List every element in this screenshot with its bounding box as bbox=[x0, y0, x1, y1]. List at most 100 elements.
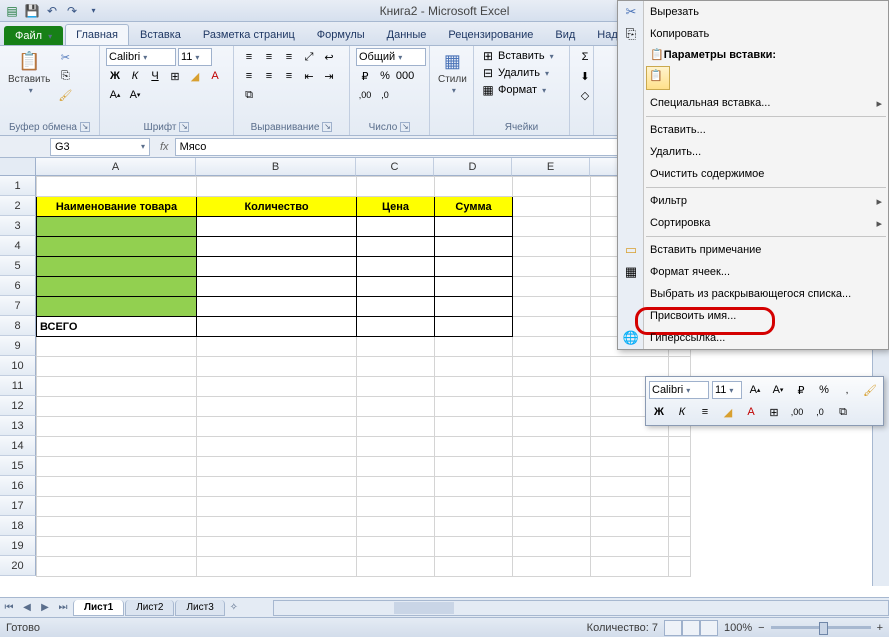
row-12[interactable]: 12 bbox=[0, 396, 36, 416]
wrap-text[interactable]: ↩ bbox=[320, 48, 338, 66]
dec-decimal[interactable]: ,0 bbox=[376, 86, 394, 104]
sheet-tab-2[interactable]: Лист2 bbox=[125, 600, 174, 616]
undo-icon[interactable]: ↶ bbox=[44, 3, 60, 19]
row-11[interactable]: 11 bbox=[0, 376, 36, 396]
tab-review[interactable]: Рецензирование bbox=[437, 24, 544, 45]
ctx-paste-option[interactable]: 📋 bbox=[646, 66, 670, 90]
ctx-clear[interactable]: Очистить содержимое bbox=[618, 163, 888, 185]
mini-merge[interactable]: ⧉ bbox=[833, 402, 853, 422]
currency-button[interactable]: ₽ bbox=[356, 67, 374, 85]
cells-insert[interactable]: Вставить bbox=[498, 50, 545, 62]
cells-delete[interactable]: Удалить bbox=[498, 67, 540, 79]
mini-inc-dec[interactable]: ,00 bbox=[787, 402, 807, 422]
underline-button[interactable]: Ч bbox=[146, 67, 164, 85]
inc-decimal[interactable]: ,00 bbox=[356, 86, 374, 104]
percent-button[interactable]: % bbox=[376, 67, 394, 85]
row-14[interactable]: 14 bbox=[0, 436, 36, 456]
ctx-insert[interactable]: Вставить... bbox=[618, 119, 888, 141]
number-format[interactable]: Общий▾ bbox=[356, 48, 426, 66]
col-C[interactable]: C bbox=[356, 158, 434, 176]
row-2[interactable]: 2 bbox=[0, 196, 36, 216]
ctx-cut[interactable]: ✂Вырезать bbox=[618, 1, 888, 23]
row-8[interactable]: 8 bbox=[0, 316, 36, 336]
mini-font[interactable]: Calibri▾ bbox=[649, 381, 709, 399]
indent-inc[interactable]: ⇥ bbox=[320, 67, 338, 85]
indent-dec[interactable]: ⇤ bbox=[300, 67, 318, 85]
row-18[interactable]: 18 bbox=[0, 516, 36, 536]
row-17[interactable]: 17 bbox=[0, 496, 36, 516]
redo-icon[interactable]: ↷ bbox=[64, 3, 80, 19]
cells[interactable]: Наименование товара Количество Цена Сумм… bbox=[36, 176, 691, 577]
col-E[interactable]: E bbox=[512, 158, 590, 176]
cell-C2[interactable]: Цена bbox=[357, 197, 435, 217]
row-20[interactable]: 20 bbox=[0, 556, 36, 576]
row-13[interactable]: 13 bbox=[0, 416, 36, 436]
align-top[interactable]: ≡ bbox=[240, 48, 258, 66]
mini-align[interactable]: ≡ bbox=[695, 402, 715, 422]
nav-last[interactable]: ⏭ bbox=[54, 599, 72, 617]
col-B[interactable]: B bbox=[196, 158, 356, 176]
mini-dec-dec[interactable]: ,0 bbox=[810, 402, 830, 422]
tab-home[interactable]: Главная bbox=[65, 24, 129, 45]
paste-button[interactable]: 📋 Вставить ▾ bbox=[6, 48, 52, 96]
ctx-filter[interactable]: Фильтр bbox=[618, 190, 888, 212]
row-4[interactable]: 4 bbox=[0, 236, 36, 256]
copy-icon[interactable]: ⎘ bbox=[56, 67, 74, 85]
tab-view[interactable]: Вид bbox=[544, 24, 586, 45]
ctx-comment[interactable]: ▭Вставить примечание bbox=[618, 239, 888, 261]
name-box[interactable]: G3▾ bbox=[50, 138, 150, 156]
row-15[interactable]: 15 bbox=[0, 456, 36, 476]
grow-font[interactable]: A▴ bbox=[106, 86, 124, 104]
sheet-tab-3[interactable]: Лист3 bbox=[175, 600, 224, 616]
cell-B2[interactable]: Количество bbox=[197, 197, 357, 217]
align-left[interactable]: ≡ bbox=[240, 67, 258, 85]
row-headers[interactable]: 1 2 3 4 5 6 7 8 9 10 11 12 13 14 15 16 1… bbox=[0, 176, 36, 576]
row-5[interactable]: 5 bbox=[0, 256, 36, 276]
font-name[interactable]: Calibri▾ bbox=[106, 48, 176, 66]
ctx-paste-special[interactable]: Специальная вставка... bbox=[618, 92, 888, 114]
clipboard-launcher[interactable]: ↘ bbox=[80, 122, 90, 132]
zoom-out[interactable]: − bbox=[758, 622, 764, 634]
mini-format-painter[interactable]: 🖌 bbox=[860, 380, 880, 400]
zoom-in[interactable]: + bbox=[877, 622, 883, 634]
nav-next[interactable]: ▶ bbox=[36, 599, 54, 617]
mini-comma[interactable]: , bbox=[837, 380, 857, 400]
select-all-corner[interactable] bbox=[0, 158, 36, 176]
mini-border[interactable]: ⊞ bbox=[764, 402, 784, 422]
fill-color-button[interactable]: ◢ bbox=[186, 67, 204, 85]
align-bottom[interactable]: ≡ bbox=[280, 48, 298, 66]
mini-percent[interactable]: % bbox=[814, 380, 834, 400]
styles-button[interactable]: ▦ Стили▾ bbox=[436, 48, 469, 96]
new-sheet[interactable]: ✧ bbox=[225, 599, 243, 617]
sheet-tab-1[interactable]: Лист1 bbox=[73, 600, 124, 616]
font-size[interactable]: 11▾ bbox=[178, 48, 212, 66]
tab-page-layout[interactable]: Разметка страниц bbox=[192, 24, 306, 45]
view-buttons[interactable] bbox=[664, 620, 718, 636]
font-color-button[interactable]: A bbox=[206, 67, 224, 85]
cell-A8[interactable]: ВСЕГО bbox=[37, 317, 197, 337]
row-6[interactable]: 6 bbox=[0, 276, 36, 296]
row-9[interactable]: 9 bbox=[0, 336, 36, 356]
cells-format[interactable]: Формат bbox=[498, 84, 537, 96]
ctx-hyperlink[interactable]: 🌐Гиперссылка... bbox=[618, 327, 888, 349]
align-launcher[interactable]: ↘ bbox=[322, 122, 332, 132]
comma-button[interactable]: 000 bbox=[396, 67, 414, 85]
ctx-define-name[interactable]: Присвоить имя... bbox=[618, 305, 888, 327]
ctx-copy[interactable]: ⎘Копировать bbox=[618, 23, 888, 45]
format-painter-icon[interactable]: 🖌 bbox=[56, 86, 74, 104]
fill-button[interactable]: ⬇ bbox=[576, 67, 594, 85]
horizontal-scrollbar[interactable] bbox=[273, 600, 889, 616]
cut-icon[interactable]: ✂ bbox=[56, 48, 74, 66]
align-right[interactable]: ≡ bbox=[280, 67, 298, 85]
mini-italic[interactable]: К bbox=[672, 402, 692, 422]
nav-prev[interactable]: ◀ bbox=[18, 599, 36, 617]
zoom-slider[interactable] bbox=[771, 626, 871, 629]
border-button[interactable]: ⊞ bbox=[166, 67, 184, 85]
qat-customize[interactable]: ▾ bbox=[84, 3, 100, 19]
cell-A2[interactable]: Наименование товара bbox=[37, 197, 197, 217]
row-19[interactable]: 19 bbox=[0, 536, 36, 556]
bold-button[interactable]: Ж bbox=[106, 67, 124, 85]
col-A[interactable]: A bbox=[36, 158, 196, 176]
autosum-button[interactable]: Σ bbox=[576, 48, 594, 66]
mini-font-color[interactable]: A bbox=[741, 402, 761, 422]
